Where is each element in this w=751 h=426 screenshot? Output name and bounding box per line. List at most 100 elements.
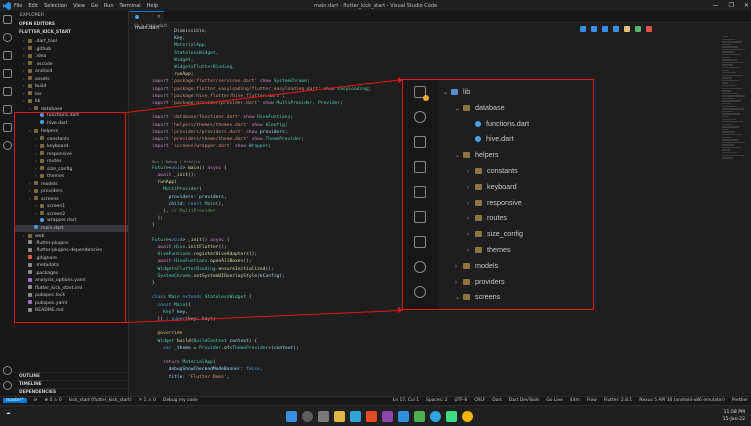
more-icon[interactable] bbox=[414, 286, 426, 298]
account-icon[interactable] bbox=[3, 366, 12, 375]
remote-explorer-icon[interactable] bbox=[3, 141, 12, 150]
status-left-item[interactable]: Debug my code bbox=[163, 398, 198, 403]
timeline-section[interactable]: TIMELINE bbox=[15, 380, 129, 388]
run-debug-icon[interactable] bbox=[414, 261, 426, 273]
tab-main-dart[interactable]: main.dart × bbox=[130, 11, 164, 31]
search-icon[interactable] bbox=[414, 111, 426, 123]
emulator-icon[interactable] bbox=[446, 411, 457, 422]
system-clock[interactable]: 11:58 PM 15-Jan-22 bbox=[723, 409, 745, 423]
zoom-folder-item[interactable]: › responsive bbox=[443, 195, 591, 211]
status-right-item[interactable]: Dart bbox=[492, 398, 502, 403]
zoom-file-item[interactable]: hive.dart bbox=[443, 131, 591, 147]
zoom-folder-item[interactable]: ⌄ helpers bbox=[443, 147, 591, 163]
minimize-button[interactable]: — bbox=[713, 2, 719, 9]
folder-item[interactable]: › .github bbox=[15, 45, 128, 53]
menu-file[interactable]: File bbox=[14, 3, 22, 9]
visual-studio-icon[interactable] bbox=[382, 411, 393, 422]
flutter-icon[interactable] bbox=[3, 105, 12, 114]
code-line: import 'providers/theme/theme.dart' show… bbox=[152, 136, 304, 143]
explorer-icon[interactable] bbox=[3, 15, 12, 24]
folder-item[interactable]: › .vscode bbox=[15, 60, 128, 68]
window-controls: — ❐ ✕ bbox=[713, 0, 749, 11]
folder-item[interactable]: › lib bbox=[15, 97, 128, 105]
zoom-file-item[interactable]: functions.dart bbox=[443, 116, 591, 132]
outline-section[interactable]: OUTLINE bbox=[15, 372, 129, 380]
status-right-item[interactable]: Ln 17, Col 1 bbox=[393, 398, 419, 403]
code-token: ; bbox=[340, 101, 343, 106]
status-right-item[interactable]: Nexus 5 API 30 (android-x86 emulator) bbox=[639, 398, 725, 403]
zoom-folder-item[interactable]: › keyboard bbox=[443, 179, 591, 195]
extensions-icon[interactable] bbox=[414, 161, 426, 173]
menu-terminal[interactable]: Terminal bbox=[120, 3, 141, 9]
status-right-item[interactable]: Flutter: 2.8.1 bbox=[604, 398, 632, 403]
status-left-item[interactable]: ✕ 1 ⚠ 0 bbox=[139, 398, 156, 403]
status-right-item[interactable]: 44m bbox=[570, 398, 580, 403]
menu-edit[interactable]: Edit bbox=[28, 3, 38, 9]
menu-help[interactable]: Help bbox=[147, 3, 158, 9]
folder-item[interactable]: › ios bbox=[15, 90, 128, 98]
zoom-folder-item[interactable]: › screen1 bbox=[443, 305, 591, 309]
menu-selection[interactable]: Selection bbox=[44, 3, 67, 9]
folder-item[interactable]: › build bbox=[15, 82, 128, 90]
zoom-folder-item[interactable]: › models bbox=[443, 258, 591, 274]
close-tab-icon[interactable]: × bbox=[157, 12, 161, 23]
office-icon[interactable] bbox=[366, 411, 377, 422]
menu-run[interactable]: Run bbox=[104, 3, 114, 9]
zoom-folder-item[interactable]: › routes bbox=[443, 210, 591, 226]
status-right-item[interactable]: Dart DevTools bbox=[509, 398, 540, 403]
close-button[interactable]: ✕ bbox=[744, 2, 749, 9]
source-control-icon[interactable] bbox=[414, 136, 426, 148]
search-icon[interactable] bbox=[3, 33, 12, 42]
start-menu-icon[interactable] bbox=[286, 411, 297, 422]
status-right-item[interactable]: Flow bbox=[587, 398, 597, 403]
status-right-item[interactable]: UTF-8 bbox=[454, 398, 467, 403]
dependencies-section[interactable]: DEPENDENCIES bbox=[15, 388, 129, 396]
zoom-folder-item[interactable]: ⌄ screens bbox=[443, 289, 591, 305]
source-control-icon[interactable] bbox=[3, 51, 12, 60]
status-right-item[interactable]: CRLF bbox=[474, 398, 485, 403]
status-left-item[interactable]: ⊗ 0 ⚠ 0 bbox=[44, 398, 61, 403]
windows-taskbar: ☁ 11:58 PM 15-Jan-22 bbox=[0, 405, 751, 426]
folder-item[interactable]: › database bbox=[15, 105, 128, 113]
zoom-folder-item[interactable]: › themes bbox=[443, 242, 591, 258]
task-view-icon[interactable] bbox=[318, 411, 329, 422]
paw-icon[interactable] bbox=[414, 236, 426, 248]
extensions-icon[interactable] bbox=[3, 69, 12, 78]
android-studio-icon[interactable] bbox=[414, 411, 425, 422]
taskbar-search-icon[interactable] bbox=[302, 411, 313, 422]
folder-item[interactable]: › .idea bbox=[15, 52, 128, 60]
status-left-item[interactable]: master* bbox=[3, 398, 27, 403]
menu-view[interactable]: View bbox=[73, 3, 85, 9]
file-explorer-icon[interactable] bbox=[334, 411, 345, 422]
weather-icon[interactable]: ☁ bbox=[6, 411, 11, 416]
zoom-folder-item[interactable]: › providers bbox=[443, 274, 591, 290]
status-right-item[interactable]: Spaces: 2 bbox=[426, 398, 447, 403]
zoom-folder-item[interactable]: ⌄ lib bbox=[443, 84, 591, 100]
chrome-icon[interactable] bbox=[462, 411, 473, 422]
telegram-icon[interactable] bbox=[430, 411, 441, 422]
zoom-folder-item[interactable]: ⌄ database bbox=[443, 100, 591, 116]
folder-item[interactable]: › assets bbox=[15, 75, 128, 83]
code-token: context bbox=[229, 338, 249, 344]
status-left-item[interactable]: ⟳ bbox=[34, 398, 38, 403]
testing-icon[interactable] bbox=[414, 186, 426, 198]
minimap-line bbox=[722, 152, 737, 154]
zoom-folder-item[interactable]: › constants bbox=[443, 163, 591, 179]
testing-icon[interactable] bbox=[3, 87, 12, 96]
flutter-icon[interactable] bbox=[414, 211, 426, 223]
status-right-item[interactable]: Prettier bbox=[732, 398, 748, 403]
edge-icon[interactable] bbox=[350, 411, 361, 422]
project-section[interactable]: FLUTTER_KICK_START bbox=[15, 29, 128, 37]
status-left-item[interactable]: kick_start (flutter_kick_start) bbox=[69, 398, 132, 403]
minimap[interactable] bbox=[722, 36, 748, 186]
run-debug-icon[interactable] bbox=[3, 123, 12, 132]
folder-item[interactable]: › .dart_tool bbox=[15, 37, 128, 45]
open-editors-section[interactable]: OPEN EDITORS bbox=[15, 21, 128, 29]
maximize-button[interactable]: ❐ bbox=[729, 2, 734, 9]
settings-gear-icon[interactable] bbox=[3, 381, 12, 390]
status-right-item[interactable]: Go Live bbox=[546, 398, 562, 403]
folder-item[interactable]: › android bbox=[15, 67, 128, 75]
menu-go[interactable]: Go bbox=[91, 3, 98, 9]
zoom-folder-item[interactable]: › size_config bbox=[443, 226, 591, 242]
vscode-taskbar-icon[interactable] bbox=[398, 411, 409, 422]
